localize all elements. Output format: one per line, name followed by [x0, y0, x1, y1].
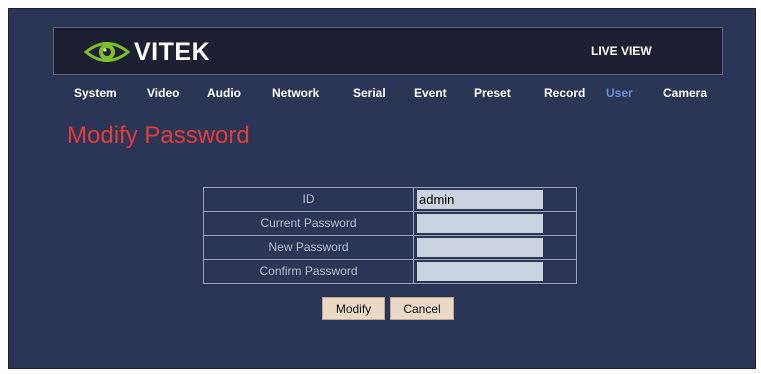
- brand-name: VITEK: [134, 37, 211, 66]
- form-row-id: ID: [204, 188, 576, 212]
- eye-icon: [84, 42, 130, 62]
- current-password-field[interactable]: [417, 214, 543, 233]
- nav-item-system[interactable]: System: [74, 86, 117, 100]
- form-row-current-password: Current Password: [204, 212, 576, 236]
- form-row-new-password: New Password: [204, 236, 576, 260]
- id-field[interactable]: [417, 190, 543, 209]
- live-view-link[interactable]: LIVE VIEW: [591, 44, 652, 58]
- current-password-label: Current Password: [204, 212, 414, 235]
- nav-item-network[interactable]: Network: [272, 86, 319, 100]
- confirm-password-field[interactable]: [417, 262, 543, 281]
- nav-item-audio[interactable]: Audio: [207, 86, 241, 100]
- nav-item-video[interactable]: Video: [147, 86, 179, 100]
- nav-item-event[interactable]: Event: [414, 86, 447, 100]
- form-row-confirm-password: Confirm Password: [204, 260, 576, 284]
- nav-item-record[interactable]: Record: [544, 86, 585, 100]
- nav-item-user[interactable]: User: [606, 86, 633, 100]
- password-form: ID Current Password New Password Confirm…: [203, 187, 577, 284]
- main-nav: System Video Audio Network Serial Event …: [0, 86, 761, 104]
- confirm-password-label: Confirm Password: [204, 260, 414, 284]
- nav-item-preset[interactable]: Preset: [474, 86, 511, 100]
- new-password-label: New Password: [204, 236, 414, 259]
- cancel-button[interactable]: Cancel: [390, 297, 454, 320]
- new-password-field[interactable]: [417, 238, 543, 257]
- id-label: ID: [204, 188, 414, 211]
- modify-button[interactable]: Modify: [322, 297, 385, 320]
- brand-logo: VITEK: [84, 37, 210, 67]
- header-bar: VITEK LIVE VIEW: [53, 27, 723, 75]
- nav-item-camera[interactable]: Camera: [663, 86, 707, 100]
- page-title: Modify Password: [67, 122, 250, 149]
- nav-item-serial[interactable]: Serial: [353, 86, 386, 100]
